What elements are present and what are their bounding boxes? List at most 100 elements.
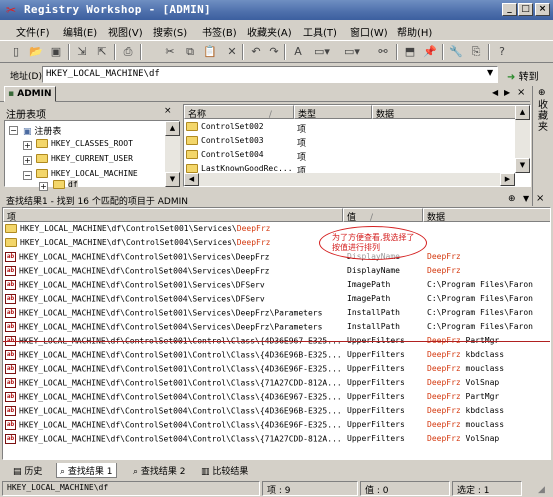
import-icon[interactable]: ⇲ <box>74 44 90 60</box>
print-icon[interactable]: ⎙ <box>120 44 136 60</box>
column-name-header[interactable]: 名称 / <box>184 105 294 119</box>
paste-icon[interactable]: 📋 <box>202 44 218 60</box>
menu-edit[interactable]: 编辑(E) <box>63 24 97 39</box>
list-item[interactable]: LastKnownGoodRec... <box>186 164 293 173</box>
open-icon[interactable]: 📂 <box>28 44 44 60</box>
table-row[interactable]: ab HKEY_LOCAL_MACHINE\df\ControlSet001\Co… <box>5 350 341 360</box>
options-icon[interactable]: ⎘ <box>468 44 484 60</box>
redo-icon[interactable]: ↷ <box>266 44 282 60</box>
pane-close-icon[interactable]: × <box>536 193 544 204</box>
new-icon[interactable]: ▯ <box>8 44 24 60</box>
new-key-icon[interactable]: ▭▾ <box>314 44 330 60</box>
table-row[interactable]: ab HKEY_LOCAL_MACHINE\df\ControlSet001\Co… <box>5 364 341 374</box>
bookmark-icon[interactable]: ⬒ <box>402 44 418 60</box>
menu-file[interactable]: 文件(F) <box>16 24 50 39</box>
find-icon[interactable]: ⚯ <box>375 44 391 60</box>
menu-help[interactable]: 帮助(H) <box>397 24 432 39</box>
scroll-down-icon[interactable]: ▼ <box>165 172 180 187</box>
tab-next-icon[interactable]: ▶ <box>504 88 510 97</box>
scroll-up-icon[interactable]: ▲ <box>165 121 180 136</box>
go-button[interactable]: ➜ 转到 <box>507 66 549 83</box>
results-list[interactable]: 项 值 / 数据 HKEY_LOCAL_MACHINE\df\ControlSet… <box>2 207 551 460</box>
column-type-header[interactable]: 类型 <box>294 105 372 119</box>
tab-compare-results[interactable]: ▥ 比较结果 <box>198 463 251 478</box>
column-value-header[interactable]: 值 / <box>343 208 423 222</box>
column-item-header[interactable]: 项 <box>3 208 343 222</box>
tab-prev-icon[interactable]: ◀ <box>492 88 498 97</box>
table-row[interactable]: ab HKEY_LOCAL_MACHINE\df\ControlSet004\Se… <box>5 294 341 304</box>
tab-admin[interactable]: ▪ ADMIN <box>4 86 56 102</box>
maximize-button[interactable]: □ <box>518 3 533 16</box>
tools-icon[interactable]: 🔧 <box>448 44 464 60</box>
table-row[interactable]: HKEY_LOCAL_MACHINE\df\ControlSet004\Serv… <box>5 238 341 247</box>
collapse-icon[interactable]: − <box>23 171 32 180</box>
list-item[interactable]: ControlSet002 <box>186 122 264 131</box>
address-input[interactable]: HKEY_LOCAL_MACHINE\df <box>42 66 498 83</box>
column-data-header[interactable]: 数据 <box>423 208 550 222</box>
collapse-icon[interactable]: − <box>9 126 18 135</box>
keys-scrollbar[interactable]: ▲ ▼ <box>515 105 530 173</box>
table-row[interactable]: ab HKEY_LOCAL_MACHINE\df\ControlSet004\Se… <box>5 322 341 332</box>
pin-icon[interactable]: 📌 <box>422 44 438 60</box>
pane-close-icon[interactable]: × <box>164 106 172 116</box>
close-button[interactable]: × <box>535 3 550 16</box>
table-row[interactable]: ab HKEY_LOCAL_MACHINE\df\ControlSet004\Co… <box>5 406 341 416</box>
minimize-button[interactable]: _ <box>502 3 517 16</box>
tab-find-results-1[interactable]: ⌕ 查找结果 1 <box>56 463 117 478</box>
result-value-name: UpperFilters <box>347 378 405 387</box>
table-row[interactable]: HKEY_LOCAL_MACHINE\df\ControlSet001\Serv… <box>5 224 341 233</box>
table-row[interactable]: ab HKEY_LOCAL_MACHINE\df\ControlSet001\Se… <box>5 308 341 318</box>
favorites-pin-icon[interactable]: ⊕ <box>538 88 546 98</box>
menu-view[interactable]: 视图(V) <box>108 24 143 39</box>
new-value-icon[interactable]: ▭▾ <box>344 44 360 60</box>
keys-hscrollbar[interactable]: ◀ ▶ <box>184 173 515 186</box>
tree-item-hklm[interactable]: HKEY_LOCAL_MACHINE <box>36 169 138 178</box>
expand-icon[interactable]: + <box>23 156 32 165</box>
font-icon[interactable]: A <box>290 44 306 60</box>
tree-item-hkcu[interactable]: HKEY_CURRENT_USER <box>36 154 133 163</box>
tree-item-registry[interactable]: ▣ 注册表 <box>23 124 61 137</box>
menu-bookmarks[interactable]: 书签(B) <box>202 24 237 39</box>
tab-find-results-2[interactable]: ⌕ 查找结果 2 <box>130 463 189 478</box>
scroll-down-icon[interactable]: ▼ <box>515 158 530 173</box>
tree-item-df[interactable]: df <box>53 180 78 189</box>
help-icon[interactable]: ? <box>494 44 510 60</box>
table-row[interactable]: ab HKEY_LOCAL_MACHINE\df\ControlSet004\Co… <box>5 392 341 402</box>
menu-tools[interactable]: 工具(T) <box>303 24 337 39</box>
chevron-down-icon[interactable]: ▼ <box>487 68 493 77</box>
save-icon[interactable]: ▣ <box>48 44 64 60</box>
table-row[interactable]: ab HKEY_LOCAL_MACHINE\df\ControlSet001\Co… <box>5 378 341 388</box>
scroll-right-icon[interactable]: ▶ <box>500 173 515 186</box>
table-row[interactable]: ab HKEY_LOCAL_MACHINE\df\ControlSet001\Se… <box>5 280 341 290</box>
pane-dropdown-icon[interactable]: ▼ <box>523 194 529 203</box>
expand-icon[interactable]: + <box>23 141 32 150</box>
tree-item-hkcr[interactable]: HKEY_CLASSES_ROOT <box>36 139 133 148</box>
table-row[interactable]: ab HKEY_LOCAL_MACHINE\df\ControlSet004\Co… <box>5 420 341 430</box>
keys-list[interactable]: 名称 / 类型 数据 ControlSet002 项 ControlSet003… <box>183 104 531 187</box>
favorites-sidebar[interactable]: ⊕ 收藏夹 <box>532 86 553 206</box>
pane-pin-icon[interactable]: ⊕ <box>508 194 516 204</box>
table-row[interactable]: ab HKEY_LOCAL_MACHINE\df\ControlSet001\Se… <box>5 252 341 262</box>
menu-favorites[interactable]: 收藏夹(A) <box>247 24 292 39</box>
table-row[interactable]: ab HKEY_LOCAL_MACHINE\df\ControlSet004\Co… <box>5 434 341 444</box>
list-item[interactable]: ControlSet004 <box>186 150 264 159</box>
column-data-header[interactable]: 数据 <box>372 105 518 119</box>
scroll-left-icon[interactable]: ◀ <box>184 173 199 186</box>
delete-icon[interactable]: ✕ <box>224 44 240 60</box>
list-item[interactable]: ControlSet003 <box>186 136 264 145</box>
tab-close-icon[interactable]: × <box>517 87 525 98</box>
expand-icon[interactable]: + <box>39 182 48 191</box>
scroll-up-icon[interactable]: ▲ <box>515 105 530 120</box>
copy-icon[interactable]: ⧉ <box>182 44 198 60</box>
table-row[interactable]: ab HKEY_LOCAL_MACHINE\df\ControlSet004\Se… <box>5 266 341 276</box>
title-bar[interactable]: ✂ Registry Workshop - [ADMIN] _ □ × <box>0 0 553 20</box>
menu-search[interactable]: 搜索(S) <box>153 24 187 39</box>
resize-grip-icon[interactable]: ◢ <box>538 485 545 495</box>
export-icon[interactable]: ⇱ <box>94 44 110 60</box>
tree-scrollbar[interactable]: ▲ ▼ <box>165 121 180 187</box>
menu-window[interactable]: 窗口(W) <box>350 24 388 39</box>
tree-view[interactable]: − ▣ 注册表 + HKEY_CLASSES_ROOT + HKEY_CURRE… <box>4 120 180 191</box>
cut-icon[interactable]: ✂ <box>162 44 178 60</box>
tab-history[interactable]: ▤ 历史 <box>10 463 45 478</box>
undo-icon[interactable]: ↶ <box>248 44 264 60</box>
